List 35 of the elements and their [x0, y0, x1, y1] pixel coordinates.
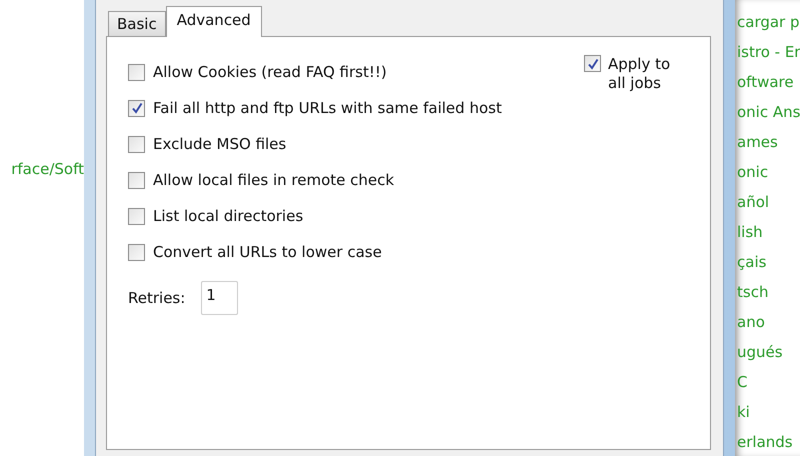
page-link[interactable]: C	[735, 367, 800, 397]
page-link[interactable]: erlands	[735, 427, 800, 456]
page-link[interactable]: rface/Soft	[11, 159, 84, 456]
checkbox[interactable]	[128, 64, 145, 80]
retries-field[interactable]: 1	[201, 281, 238, 315]
checkbox[interactable]	[128, 100, 145, 116]
page-link[interactable]: çais	[735, 247, 800, 277]
check-icon	[130, 102, 142, 114]
page-link[interactable]: ano	[735, 307, 800, 337]
checkbox-label: Fail all http and ftp URLs with same failed host	[153, 98, 502, 119]
page-link[interactable]: onic Ans	[735, 97, 800, 127]
checkbox[interactable]	[128, 244, 145, 260]
checkbox[interactable]	[128, 208, 145, 224]
tab[interactable]: Basic	[108, 11, 166, 36]
checkbox-label: Exclude MSO files	[153, 134, 286, 155]
page-link[interactable]: lish	[735, 217, 800, 247]
checkbox-label: Allow Cookies (read FAQ first!!)	[153, 62, 387, 83]
page-link[interactable]: oftware	[735, 67, 800, 97]
checkbox-label: Apply to all jobs	[608, 55, 672, 93]
page-link[interactable]: añol	[735, 187, 800, 217]
checkbox-label: Allow local files in remote check	[153, 170, 394, 191]
page-link[interactable]: cargar p	[735, 7, 800, 37]
page-link[interactable]: tsch	[735, 277, 800, 307]
checkbox[interactable]	[128, 136, 145, 152]
check-icon	[586, 58, 598, 70]
checkbox[interactable]	[584, 55, 601, 72]
checkbox-label: List local directories	[153, 206, 304, 227]
page-link[interactable]: ugués	[735, 337, 800, 367]
page-link[interactable]: ki	[735, 397, 800, 427]
retries-label: Retries:	[128, 288, 186, 309]
page-link[interactable]: onic	[735, 157, 800, 187]
tab[interactable]: Advanced	[166, 6, 262, 37]
page-link[interactable]: ames	[735, 127, 800, 157]
checkbox[interactable]	[128, 172, 145, 188]
checkbox-label: Convert all URLs to lower case	[153, 242, 382, 263]
